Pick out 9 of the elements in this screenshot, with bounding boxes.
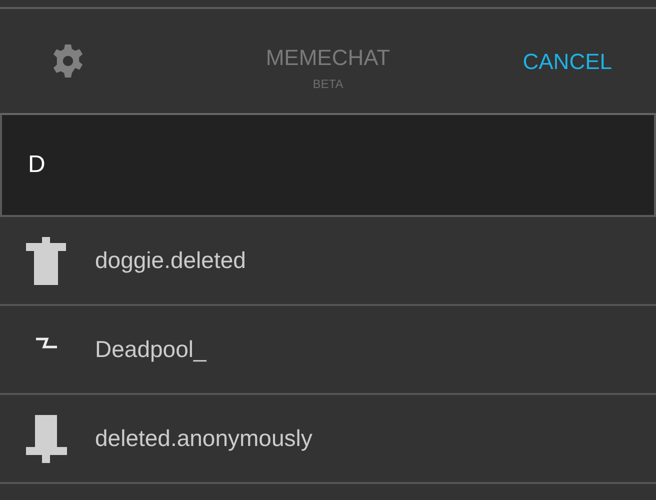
username[interactable]: doggie.deleted	[95, 243, 246, 278]
username[interactable]: deleted.anonymously	[95, 421, 312, 456]
pedestal-icon	[24, 412, 68, 464]
cancel-button[interactable]: CANCEL	[522, 44, 612, 78]
username[interactable]: Deadpool_	[95, 332, 206, 367]
shirt-icon	[24, 234, 68, 286]
search-field[interactable]: D	[0, 113, 656, 217]
app-subtitle: BETA	[312, 78, 344, 90]
app-title: MEMECHAT	[266, 47, 390, 69]
